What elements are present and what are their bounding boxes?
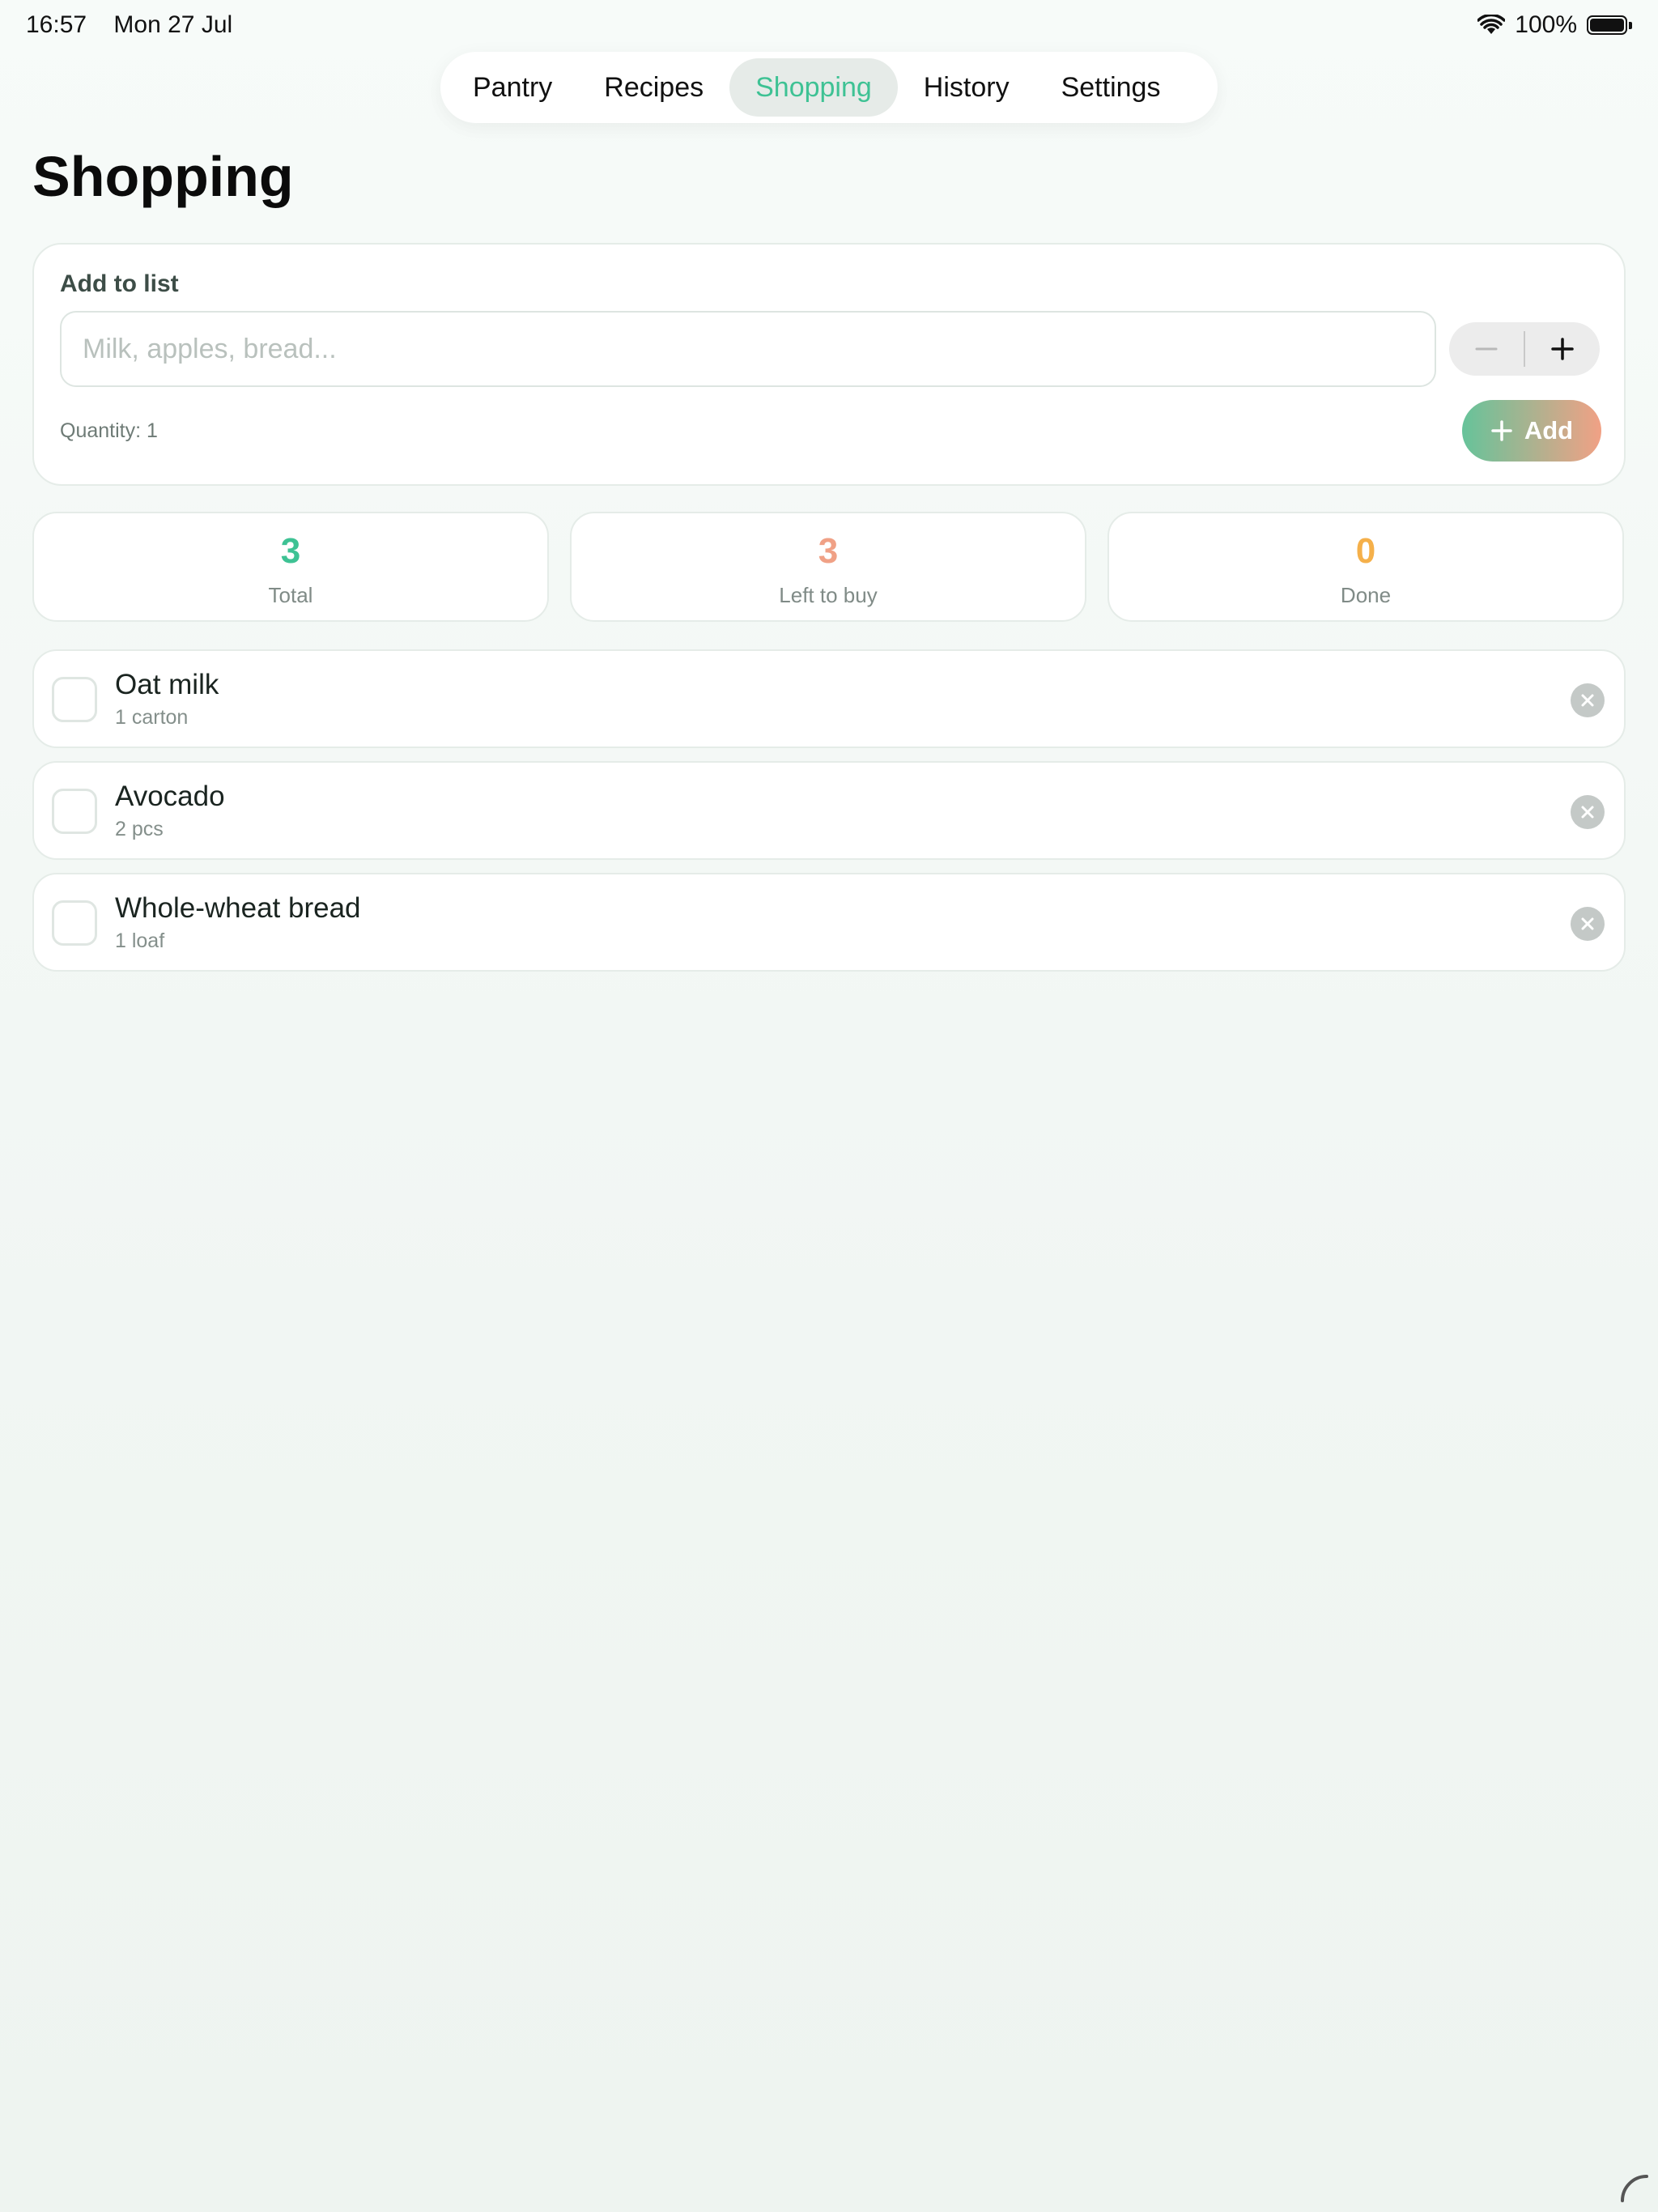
add-to-list-card: Add to list Quantity: 1 Add: [32, 243, 1626, 486]
stat-left-to-buy-label: Left to buy: [779, 583, 878, 607]
item-name-input[interactable]: [60, 311, 1436, 387]
list-item: Oat milk 1 carton: [32, 649, 1626, 748]
tab-shopping[interactable]: Shopping: [729, 58, 898, 117]
item-checkbox[interactable]: [52, 789, 97, 834]
plus-icon: [1491, 420, 1512, 441]
status-date: Mon 27 Jul: [113, 11, 233, 38]
stat-total-label: Total: [268, 583, 313, 607]
quantity-text: Quantity: 1: [60, 419, 158, 442]
item-checkbox[interactable]: [52, 677, 97, 722]
plus-icon: [1551, 338, 1574, 360]
resize-handle-icon[interactable]: [1619, 2173, 1648, 2206]
stat-done: 0 Done: [1107, 512, 1624, 622]
item-name: Avocado: [115, 781, 225, 812]
item-name: Oat milk: [115, 669, 219, 700]
item-quantity: 2 pcs: [115, 818, 164, 840]
stat-total-value: 3: [280, 531, 301, 571]
stat-left-to-buy: 3 Left to buy: [570, 512, 1086, 622]
battery-icon: [1587, 15, 1632, 35]
remove-item-button[interactable]: [1571, 907, 1605, 941]
add-button-label: Add: [1524, 416, 1574, 445]
page-title: Shopping: [32, 145, 294, 208]
add-to-list-label: Add to list: [60, 270, 179, 297]
battery-percent: 100%: [1515, 11, 1577, 38]
close-icon: [1581, 694, 1594, 707]
tab-settings[interactable]: Settings: [1035, 58, 1187, 117]
status-time-date: 16:57 Mon 27 Jul: [26, 11, 232, 39]
add-button[interactable]: Add: [1462, 400, 1601, 462]
list-item: Avocado 2 pcs: [32, 761, 1626, 860]
wifi-icon: [1477, 15, 1506, 36]
quantity-stepper: [1449, 322, 1600, 376]
item-name: Whole-wheat bread: [115, 892, 361, 924]
item-quantity: 1 carton: [115, 706, 189, 729]
status-bar: 16:57 Mon 27 Jul 100%: [0, 0, 1658, 52]
status-time: 16:57: [26, 11, 87, 38]
stat-done-label: Done: [1340, 583, 1392, 607]
decrement-button[interactable]: [1449, 322, 1524, 376]
increment-button[interactable]: [1525, 322, 1600, 376]
stat-done-value: 0: [1355, 531, 1376, 571]
close-icon: [1581, 917, 1594, 930]
tab-pantry[interactable]: Pantry: [447, 58, 578, 117]
list-item: Whole-wheat bread 1 loaf: [32, 873, 1626, 972]
remove-item-button[interactable]: [1571, 683, 1605, 717]
item-checkbox[interactable]: [52, 900, 97, 946]
stat-total: 3 Total: [32, 512, 549, 622]
item-quantity: 1 loaf: [115, 929, 165, 952]
tab-recipes[interactable]: Recipes: [578, 58, 729, 117]
tab-history[interactable]: History: [898, 58, 1035, 117]
status-indicators: 100%: [1477, 11, 1632, 39]
stat-left-to-buy-value: 3: [818, 531, 839, 571]
tab-bar: Pantry Recipes Shopping History Settings: [440, 52, 1218, 123]
minus-icon: [1475, 347, 1498, 351]
remove-item-button[interactable]: [1571, 795, 1605, 829]
close-icon: [1581, 806, 1594, 819]
